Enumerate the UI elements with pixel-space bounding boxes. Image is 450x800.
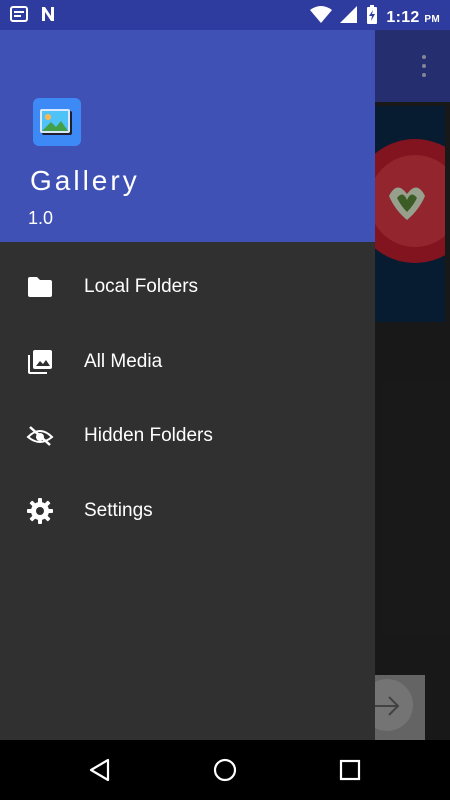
recents-icon[interactable] [336,756,364,784]
system-nav-bar [0,740,450,800]
menu-item-settings[interactable]: Settings [0,474,375,549]
menu-item-all-media[interactable]: All Media [0,325,375,400]
gallery-app-icon [33,98,81,146]
menu-item-label: Local Folders [84,276,199,298]
navigation-drawer: Gallery 1.0 Local Folders All Media Hidd… [0,30,375,740]
status-bar: 1:12 PM [0,0,450,30]
menu-item-local-folders[interactable]: Local Folders [0,250,375,325]
n-icon [40,6,56,27]
app-title: Gallery [30,165,140,196]
menu-item-label: Settings [84,499,153,521]
app-version: 1.0 [28,208,54,228]
battery-charging-icon [366,5,378,30]
wifi-icon [310,6,333,29]
drawer-header: Gallery 1.0 [0,30,375,242]
menu-item-label: All Media [84,350,163,372]
folder-icon [26,273,54,301]
hidden-eye-icon [26,422,54,450]
menu-item-hidden-folders[interactable]: Hidden Folders [0,399,375,474]
photo-library-icon [26,348,54,376]
gear-icon [26,497,54,525]
clock-ampm: PM [424,13,440,25]
notification-icon [10,6,28,27]
clock-time: 1:12 [386,8,420,26]
back-icon[interactable] [86,756,114,784]
clock: 1:12 PM [386,9,440,27]
drawer-menu: Local Folders All Media Hidden Folders S… [0,250,375,548]
signal-icon [340,6,358,29]
home-icon[interactable] [211,756,239,784]
menu-item-label: Hidden Folders [84,425,213,447]
